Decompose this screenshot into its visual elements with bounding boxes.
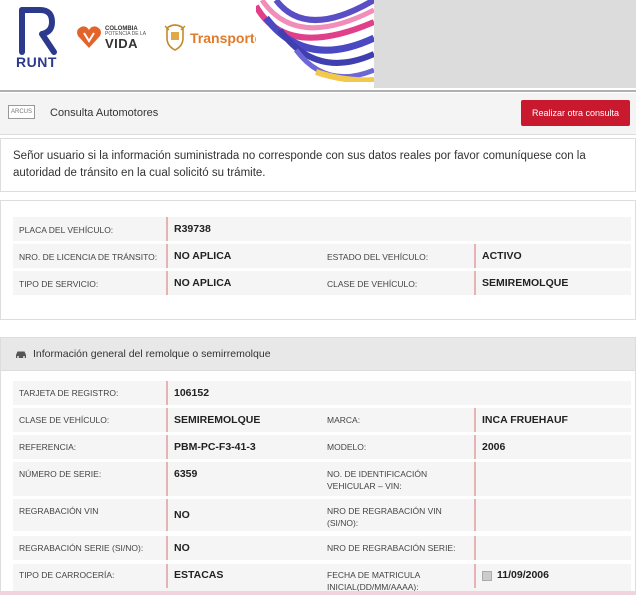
fecha-value: 11/09/2006 (474, 564, 631, 588)
marca-value: INCA FRUEHAUF (474, 408, 631, 432)
brand-swirl-icon (256, 0, 374, 82)
colombia-wordmark: COLOMBIA POTENCIA DE LA VIDA (105, 26, 146, 50)
colombia-line3: VIDA (105, 36, 139, 51)
regrabacion-serie-value: NO (166, 536, 322, 560)
remolque-section-header[interactable]: Información general del remolque o semir… (0, 337, 636, 371)
vin-value (474, 462, 631, 496)
nro-regrabacion-serie-label: NRO DE REGRABACIÓN SERIE: (327, 543, 456, 553)
tarjeta-value: 106152 (166, 381, 322, 405)
serie-value: 6359 (166, 462, 322, 496)
carroceria-value: ESTACAS (166, 564, 322, 588)
modelo-value: 2006 (474, 435, 631, 459)
colombia-shield-icon (164, 24, 186, 51)
colombia-heart-icon (77, 26, 101, 48)
consulta-title: Consulta Automotores (50, 107, 159, 119)
header-divider (0, 90, 636, 92)
header-background (374, 0, 636, 88)
servicio-value: NO APLICA (166, 271, 322, 295)
clase-label: CLASE DE VEHÍCULO: (327, 279, 418, 289)
realizar-otra-consulta-button[interactable]: Realizar otra consulta (521, 100, 630, 126)
regrabacion-vin-label: REGRABACIÓN VIN (19, 506, 99, 516)
tarjeta-label: TARJETA DE REGISTRO: (19, 388, 119, 398)
nro-regrabacion-serie-value (474, 536, 631, 560)
nro-regrabacion-vin-value (474, 499, 631, 531)
regrabacion-serie-label: REGRABACIÓN SERIE (SI/NO): (19, 543, 144, 553)
referencia-label: REFERENCIA: (19, 442, 77, 452)
clase-value: SEMIREMOLQUE (474, 271, 631, 295)
servicio-label: TIPO DE SERVICIO: (19, 279, 99, 289)
clase-vehiculo-value: SEMIREMOLQUE (166, 408, 322, 432)
transporte-label: Transporte (190, 30, 263, 46)
modelo-label: MODELO: (327, 442, 367, 452)
fecha-label-line1: FECHA DE MATRICULA (327, 570, 421, 580)
arcus-icon: ARCUS (8, 105, 35, 119)
serie-label: NÚMERO DE SERIE: (19, 469, 102, 479)
remolque-panel: TARJETA DE REGISTRO: 106152 CLASE DE VEH… (0, 371, 636, 595)
bottom-accent-line (0, 591, 636, 595)
vehicle-summary-panel: PLACA DEL VEHÍCULO: R39738 NRO. DE LICEN… (0, 200, 636, 320)
car-icon (16, 351, 26, 358)
placa-value: R39738 (166, 217, 322, 241)
estado-value: ACTIVO (474, 244, 631, 268)
marca-label: MARCA: (327, 415, 361, 425)
vin-label-line2: VEHICULAR – VIN: (327, 481, 402, 491)
nro-regrabacion-vin-label-line2: (SI/NO): (327, 518, 359, 528)
referencia-value: PBM-PC-F3-41-3 (166, 435, 322, 459)
remolque-section-title: Información general del remolque o semir… (33, 348, 271, 360)
vin-label-line1: NO. DE IDENTIFICACIÓN (327, 469, 428, 479)
site-header: RUNT COLOMBIA POTENCIA DE LA VIDA Transp… (0, 0, 636, 92)
carroceria-label: TIPO DE CARROCERÍA: (19, 570, 115, 580)
nro-regrabacion-vin-label-line1: NRO DE REGRABACIÓN VIN (327, 506, 442, 516)
regrabacion-vin-value: NO (166, 499, 322, 531)
notice-message: Señor usuario si la información suminist… (0, 138, 636, 192)
clase-vehiculo-label: CLASE DE VEHÍCULO: (19, 415, 110, 425)
estado-label: ESTADO DEL VEHÍCULO: (327, 252, 429, 262)
licencia-value: NO APLICA (166, 244, 322, 268)
placa-label: PLACA DEL VEHÍCULO: (19, 225, 114, 235)
runt-label: RUNT (16, 54, 57, 70)
licencia-label: NRO. DE LICENCIA DE TRÁNSITO: (19, 252, 158, 262)
